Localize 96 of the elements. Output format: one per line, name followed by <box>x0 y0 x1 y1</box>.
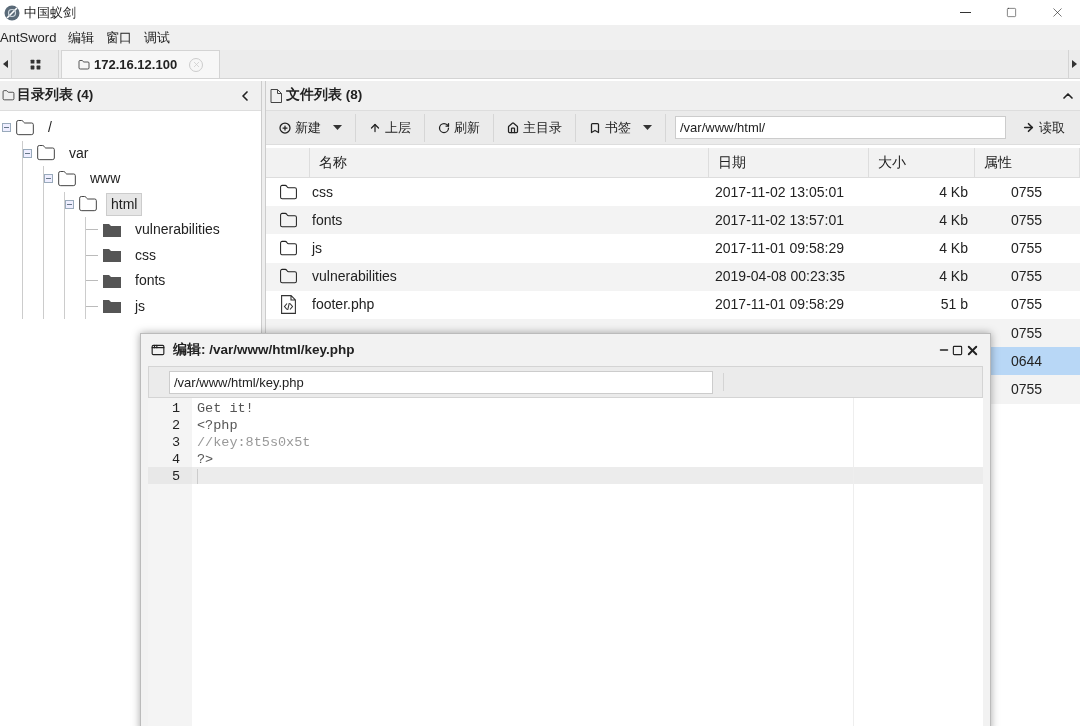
table-cell: 4 Kb <box>939 211 968 228</box>
folder-icon <box>57 168 77 189</box>
right-arrow-icon <box>1022 121 1035 134</box>
line-number: 1 <box>171 401 180 416</box>
code-editor[interactable]: 1 2 3 4 5 Get it! <?php //key:8t5s0x5t ?> <box>148 398 983 726</box>
file-icon <box>270 88 282 103</box>
left-triangle-icon <box>3 60 8 68</box>
collapse-icon[interactable] <box>44 174 53 184</box>
text-cursor <box>197 468 198 484</box>
file-row[interactable]: vulnerabilities 2019-04-08 00:23:35 4 Kb 0755 <box>266 262 1080 291</box>
window-icon <box>151 343 165 357</box>
folder-icon <box>102 298 122 315</box>
file-row[interactable]: fonts 2017-11-02 13:57:01 4 Kb 0755 <box>266 206 1080 235</box>
tree-item[interactable]: vulnerabilities <box>130 218 225 242</box>
menu-item[interactable]: 窗口 <box>100 27 139 48</box>
code-file-icon <box>280 295 296 315</box>
home-icon <box>507 121 519 134</box>
toolbar-button[interactable]: 主目录 <box>494 113 576 142</box>
table-cell: 0755 <box>1011 324 1043 341</box>
panel-title: 文件列表 (8) <box>286 86 363 105</box>
bookmark-icon <box>589 121 601 134</box>
toolbar-button[interactable]: 新建 <box>266 113 356 142</box>
table-cell: css <box>312 183 333 200</box>
menu-item[interactable]: AntSword <box>0 27 63 48</box>
table-cell: js <box>312 239 323 256</box>
table-cell: 0644 <box>1011 352 1043 369</box>
line-number: 4 <box>171 452 180 467</box>
maximize-icon[interactable] <box>952 344 963 356</box>
tree-item[interactable]: fonts <box>130 269 171 293</box>
collapse-icon[interactable] <box>65 199 74 209</box>
table-cell: 0755 <box>1011 211 1043 228</box>
menu-item[interactable]: 编辑 <box>62 27 101 48</box>
column-header[interactable]: 名称 <box>310 148 709 177</box>
toolbar-button[interactable]: 上层 <box>356 113 425 142</box>
table-cell: 0755 <box>1011 239 1043 256</box>
code-line: <?php <box>197 418 238 433</box>
tab[interactable]: 172.16.12.100 <box>61 50 221 78</box>
toolbar-button[interactable]: 书签 <box>576 113 666 142</box>
folder-icon <box>102 272 122 289</box>
tree-item[interactable]: js <box>130 294 151 318</box>
plus-circle-icon <box>279 121 291 134</box>
line-number: 2 <box>171 418 180 433</box>
line-number: 5 <box>171 469 180 484</box>
table-cell: 4 Kb <box>939 268 968 285</box>
column-header[interactable]: 属性 <box>975 148 1080 177</box>
code-line: //key:8t5s0x5t <box>197 435 311 450</box>
maximize-icon <box>1005 7 1017 18</box>
folder-icon <box>2 89 15 102</box>
table-cell: 0755 <box>1011 183 1043 200</box>
code-line: Get it! <box>197 401 254 416</box>
read-button[interactable]: 读取 <box>1014 113 1073 142</box>
table-cell: 0755 <box>1011 296 1043 313</box>
tree-item[interactable]: html <box>106 192 143 216</box>
table-cell: 4 Kb <box>939 239 968 256</box>
folder-icon <box>278 210 298 230</box>
table-cell: fonts <box>312 211 343 228</box>
code-line: ?> <box>197 452 214 467</box>
tree-item[interactable]: css <box>130 243 161 267</box>
menu-item[interactable]: 调试 <box>138 27 177 48</box>
folder-icon <box>102 247 122 264</box>
window-title: 中国蚁剑 <box>24 3 76 22</box>
tree-item[interactable]: / <box>43 116 57 140</box>
column-header[interactable]: 大小 <box>869 148 975 177</box>
table-cell: footer.php <box>312 296 375 313</box>
tree-item[interactable]: var <box>64 141 94 165</box>
folder-icon <box>102 221 122 238</box>
table-cell: 0755 <box>1011 268 1043 285</box>
table-cell: vulnerabilities <box>312 268 397 285</box>
table-cell: 4 Kb <box>939 183 968 200</box>
refresh-icon <box>438 121 450 134</box>
right-triangle-icon <box>1072 60 1077 68</box>
table-cell: 0755 <box>1011 380 1043 397</box>
table-cell: 2017-11-01 09:58:29 <box>715 296 844 313</box>
editor-title: 编辑: /var/www/html/key.php <box>173 340 355 359</box>
folder-icon <box>278 238 298 258</box>
minimize-icon <box>959 12 971 13</box>
table-cell: 2017-11-02 13:57:01 <box>715 211 844 228</box>
collapse-icon[interactable] <box>2 123 11 133</box>
panel-title: 目录列表 (4) <box>17 86 94 105</box>
table-cell: 2019-04-08 00:23:35 <box>715 268 845 285</box>
table-cell: 2017-11-01 09:58:29 <box>715 239 844 256</box>
line-number: 3 <box>171 435 180 450</box>
toolbar-button[interactable]: 刷新 <box>425 113 494 142</box>
path-field[interactable]: /var/www/html/ <box>675 116 1006 139</box>
path-field[interactable]: /var/www/html/key.php <box>169 370 713 394</box>
table-cell: 51 b <box>940 296 968 313</box>
collapse-icon[interactable] <box>23 148 32 158</box>
grid-icon <box>28 57 42 71</box>
folder-icon <box>78 58 90 71</box>
folder-icon <box>278 182 298 202</box>
column-header[interactable]: 日期 <box>709 148 869 177</box>
folder-icon <box>15 117 35 138</box>
tree-item[interactable]: www <box>85 167 126 191</box>
table-cell: 2017-11-02 13:05:01 <box>715 183 844 200</box>
app-logo-icon <box>4 4 20 21</box>
up-arrow-icon <box>369 121 381 134</box>
